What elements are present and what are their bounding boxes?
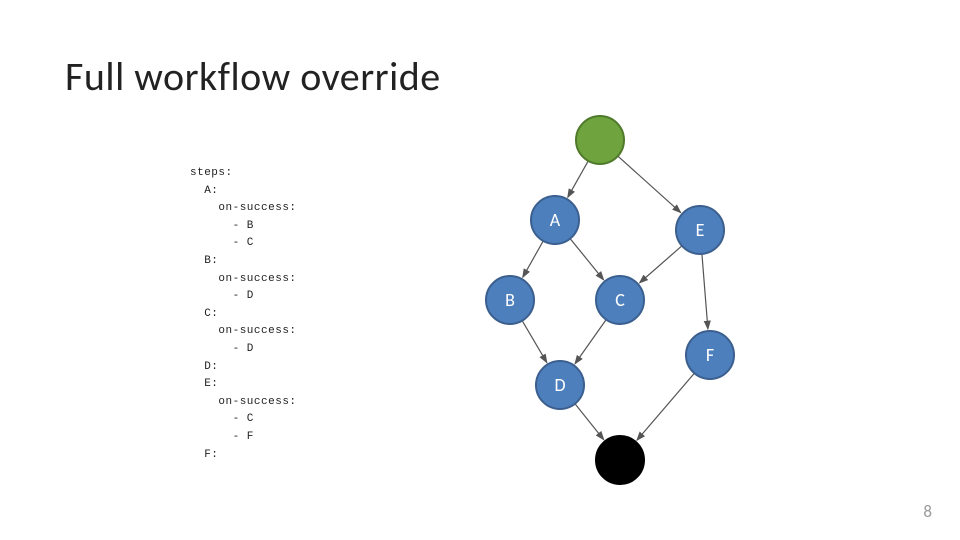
edge-E-C [640, 246, 682, 283]
page-number: 8 [923, 501, 932, 522]
edge-F-end [637, 373, 694, 440]
node-label: E [696, 219, 705, 241]
node-D: D [536, 361, 584, 409]
node-start [576, 116, 624, 164]
node-E: E [676, 206, 724, 254]
node-label: F [706, 344, 714, 366]
node-label: A [550, 209, 561, 231]
edge-start-E [618, 156, 681, 213]
node-C: C [596, 276, 644, 324]
node-label: B [505, 289, 515, 311]
slide: Full workflow override steps: A: on-succ… [0, 0, 960, 540]
edge-B-D [522, 321, 547, 363]
workflow-diagram: A E B C F D [0, 0, 960, 540]
node-A: A [531, 196, 579, 244]
edge-E-F [702, 254, 708, 329]
node-label: C [615, 289, 625, 311]
node-F: F [686, 331, 734, 379]
node-label: D [554, 374, 565, 396]
edge-A-C [570, 239, 603, 280]
node-end [596, 436, 644, 484]
edge-A-B [523, 241, 543, 277]
node-B: B [486, 276, 534, 324]
edge-start-A [568, 161, 588, 197]
edge-C-D [575, 320, 606, 364]
edge-D-end [575, 404, 604, 440]
